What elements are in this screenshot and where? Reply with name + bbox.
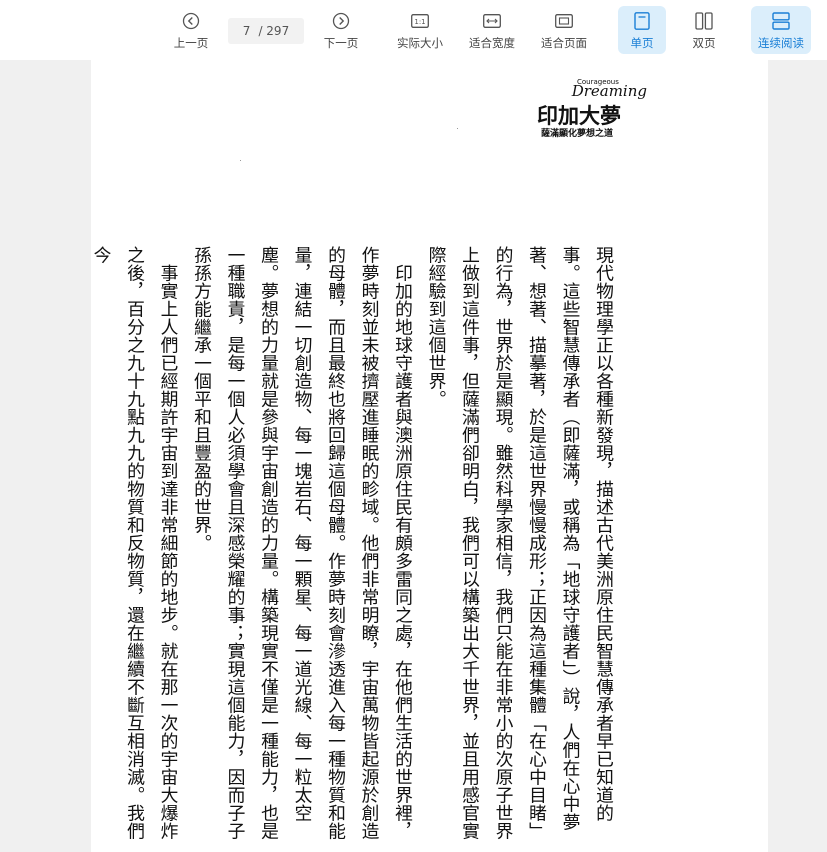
svg-text:1:1: 1:1 — [414, 18, 425, 26]
single-page-button[interactable]: 单页 — [618, 6, 666, 54]
fit-page-label: 适合页面 — [541, 36, 587, 50]
document-viewport[interactable]: Courageous Dreaming 印加大夢 薩滿顯化夢想之道 現代物理學正… — [0, 60, 827, 852]
next-page-button[interactable]: 下一页 — [318, 6, 364, 54]
actual-size-button[interactable]: 1:1 实际大小 — [392, 6, 448, 54]
actual-size-icon: 1:1 — [411, 10, 429, 32]
prev-page-label: 上一页 — [173, 36, 209, 50]
document-page: Courageous Dreaming 印加大夢 薩滿顯化夢想之道 現代物理學正… — [91, 60, 768, 852]
logo-english-title: Dreaming — [571, 82, 647, 100]
fit-width-icon — [483, 10, 501, 32]
continuous-reading-button[interactable]: 连续阅读 — [751, 6, 811, 54]
chevron-right-icon — [332, 10, 350, 32]
chevron-left-icon — [182, 10, 200, 32]
scan-speck — [457, 128, 458, 129]
fit-width-label: 适合宽度 — [469, 36, 515, 50]
single-page-icon — [634, 10, 650, 32]
double-page-button[interactable]: 双页 — [680, 6, 728, 54]
current-page-value: 7 — [242, 24, 251, 38]
single-page-label: 单页 — [630, 36, 654, 50]
fit-page-button[interactable]: 适合页面 — [536, 6, 592, 54]
double-page-label: 双页 — [692, 36, 716, 50]
prev-page-button[interactable]: 上一页 — [168, 6, 214, 54]
logo-subtitle: 薩滿顯化夢想之道 — [541, 129, 614, 139]
fit-width-button[interactable]: 适合宽度 — [464, 6, 520, 54]
paragraph: 印加的地球守護者與澳洲原住民有頗多雷同之處，在他們生活的世界裡，作夢時刻並未被擠… — [191, 246, 413, 840]
scan-speck — [240, 160, 241, 161]
total-pages-value: / 297 — [258, 24, 290, 38]
paragraph: 事實上人們已經期許宇宙到達非常細節的地步。就在那一次的宇宙大爆炸之後，百分之九十… — [91, 246, 179, 840]
double-page-icon — [695, 10, 713, 32]
next-page-label: 下一页 — [323, 36, 359, 50]
page-number-input[interactable]: 7 / 297 — [228, 18, 304, 44]
paragraph: 現代物理學正以各種新發現，描述古代美洲原住民智慧傳承者早已知道的事。這些智慧傳承… — [425, 246, 615, 840]
fit-page-icon — [555, 10, 573, 32]
book-logo: Courageous Dreaming 印加大夢 薩滿顯化夢想之道 — [537, 78, 647, 139]
continuous-reading-icon — [772, 10, 790, 32]
toolbar: 上一页 7 / 297 下一页 1:1 实际大小 适合宽度 适合页面 单页 双页… — [0, 0, 827, 60]
continuous-reading-label: 连续阅读 — [758, 36, 804, 50]
vertical-body-text: 現代物理學正以各種新發現，描述古代美洲原住民智慧傳承者早已知道的事。這些智慧傳承… — [91, 246, 620, 852]
actual-size-label: 实际大小 — [397, 36, 443, 50]
